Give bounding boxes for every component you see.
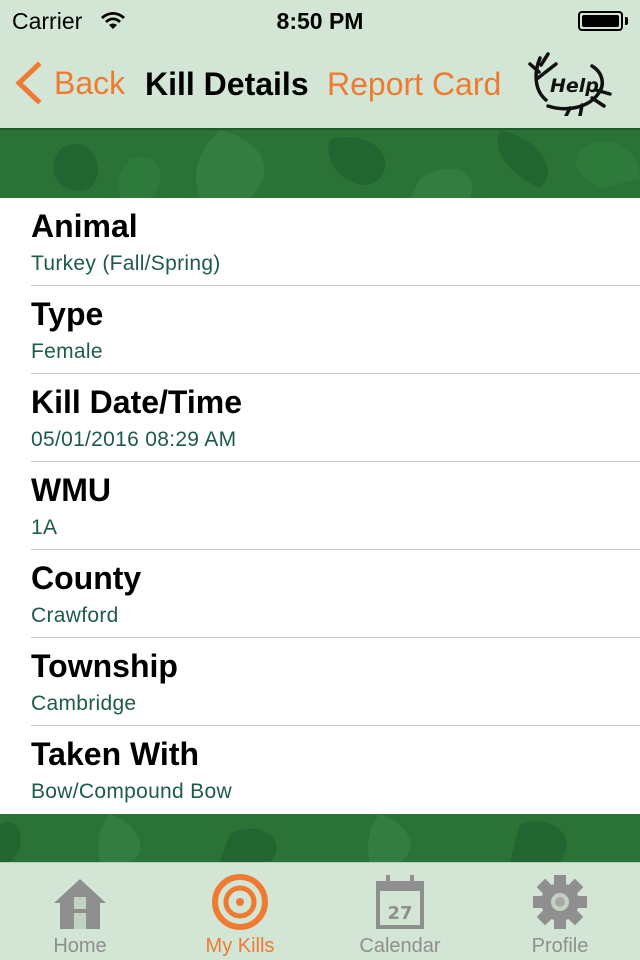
detail-value: Female — [31, 340, 103, 363]
detail-row-kill-date-time: Kill Date/Time 05/01/2016 08:29 AM — [0, 374, 640, 462]
detail-label: Kill Date/Time — [31, 384, 243, 420]
detail-row-animal: Animal Turkey (Fall/Spring) — [0, 198, 640, 286]
detail-value: 05/01/2016 08:29 AM — [31, 428, 237, 451]
tab-bar: Home My Kills 27 Calendar Profile — [0, 862, 640, 960]
tab-home[interactable]: Home — [0, 863, 160, 960]
target-icon — [212, 874, 268, 930]
detail-row-township: Township Cambridge — [0, 638, 640, 726]
help-label: Help — [550, 75, 599, 97]
status-bar: Carrier 8:50 PM — [0, 0, 640, 40]
detail-row-county: County Crawford — [0, 550, 640, 638]
detail-value: Crawford — [31, 604, 119, 627]
detail-label: WMU — [31, 472, 111, 508]
back-button[interactable]: Back — [14, 62, 125, 104]
detail-value: 1A — [31, 516, 58, 539]
page-title: Kill Details — [145, 66, 309, 102]
help-button[interactable]: Help — [526, 50, 612, 118]
status-time: 8:50 PM — [276, 8, 364, 34]
chevron-left-icon — [15, 62, 42, 104]
detail-label: Taken With — [31, 736, 200, 772]
tab-label: Calendar — [359, 935, 441, 957]
detail-value: Bow/Compound Bow — [31, 780, 232, 803]
calendar-day: 27 — [387, 903, 412, 924]
home-icon — [54, 879, 106, 929]
tab-profile[interactable]: Profile — [480, 863, 640, 960]
calendar-icon: 27 — [376, 875, 424, 929]
detail-row-taken-with: Taken With Bow/Compound Bow — [0, 726, 640, 814]
antler-help-icon: Help — [528, 52, 612, 118]
detail-row-type: Type Female — [0, 286, 640, 374]
kill-details-list: Animal Turkey (Fall/Spring) Type Female … — [0, 198, 640, 814]
report-card-button[interactable]: Report Card — [327, 66, 501, 103]
tab-label: Profile — [531, 935, 589, 957]
battery-icon — [578, 11, 628, 31]
tab-my-kills[interactable]: My Kills — [160, 863, 320, 960]
tab-label: Home — [53, 935, 107, 957]
top-bar: Carrier 8:50 PM Back Kill Details Report… — [0, 0, 640, 128]
tab-label: My Kills — [205, 935, 275, 957]
back-label: Back — [54, 64, 126, 101]
detail-label: Township — [31, 648, 178, 684]
detail-label: Animal — [31, 208, 138, 244]
camo-banner-bottom — [0, 814, 640, 862]
navigation-bar: Back Kill Details Report Card Help — [0, 40, 640, 128]
detail-label: Type — [31, 296, 104, 332]
gear-icon — [533, 875, 587, 929]
detail-row-wmu: WMU 1A — [0, 462, 640, 550]
camo-banner-top — [0, 128, 640, 198]
detail-value: Turkey (Fall/Spring) — [31, 252, 221, 275]
detail-value: Cambridge — [31, 692, 137, 715]
detail-label: County — [31, 560, 142, 596]
tab-calendar[interactable]: 27 Calendar — [320, 863, 480, 960]
